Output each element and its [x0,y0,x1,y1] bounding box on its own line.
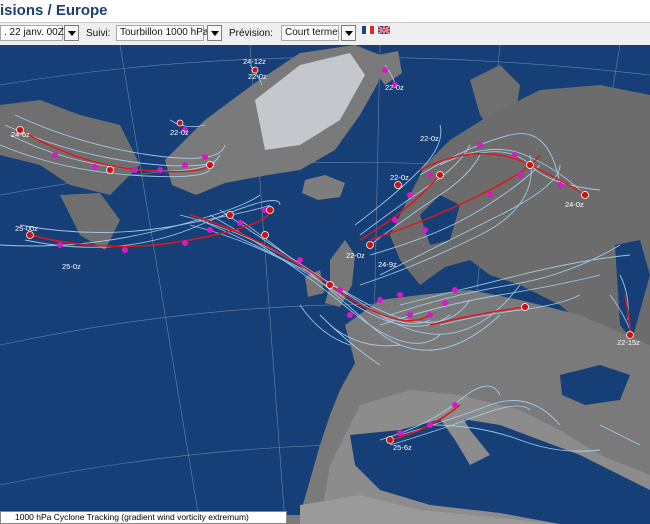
prevision-label: Prévision: [229,28,273,39]
title-bar: isions / Europe [0,0,650,23]
cyclone-tracking-map: 24-12z 22-0z 22-0z 24-6z 22-0z 22-0z 22-… [0,45,650,524]
track-label: 22-0z [170,128,189,137]
track-label: 25-6z [393,443,412,452]
track-label: 22-0z [346,251,365,260]
map-canvas: 24-12z 22-0z 22-0z 24-6z 22-0z 22-0z 22-… [0,45,650,524]
suivi-select[interactable]: Tourbillon 1000 hPa [116,25,208,41]
uk-flag-icon[interactable] [378,26,390,34]
track-label: 22-0z [390,173,409,182]
date-select[interactable]: . 22 janv. 00Z [0,25,64,41]
track-label: 22-0z [385,83,404,92]
page-title: isions / Europe [0,2,108,19]
track-label: 22-0z [248,72,267,81]
map-caption: 1000 hPa Cyclone Tracking (gradient wind… [0,511,287,524]
prevision-select[interactable]: Court terme [281,25,339,41]
suivi-dropdown-arrow-icon[interactable] [207,25,222,41]
track-label: 22-15z [617,338,640,347]
track-label: 25-00z [15,224,38,233]
date-dropdown-arrow-icon[interactable] [64,25,79,41]
suivi-label: Suivi: [86,28,111,39]
track-label: 24-9z [378,260,397,269]
track-label: 22-0z [420,134,439,143]
prevision-dropdown-arrow-icon[interactable] [341,25,356,41]
track-label: 24-0z [565,200,584,209]
track-label: 24-12z [243,57,266,66]
french-flag-icon[interactable] [362,26,374,34]
toolbar: . 22 janv. 00Z Suivi: Tourbillon 1000 hP… [0,23,650,46]
track-label: 24-6z [11,130,30,139]
track-label: 25-0z [62,262,81,271]
